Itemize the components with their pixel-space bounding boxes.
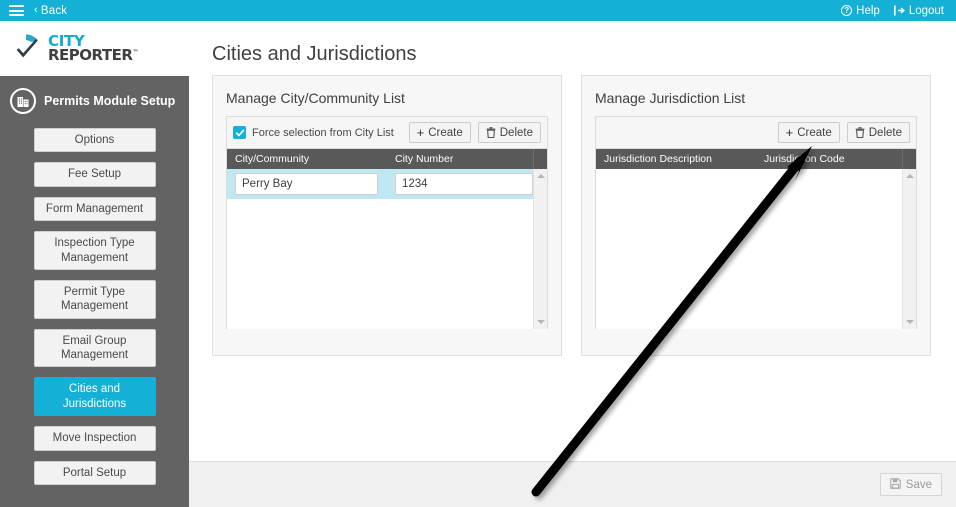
brand-logo: CITY REPORTER™ <box>0 21 189 76</box>
save-button[interactable]: Save <box>879 473 942 496</box>
city-delete-button-label: Delete <box>499 126 533 139</box>
back-button-label: Back <box>40 4 68 17</box>
scroll-up-icon[interactable] <box>534 169 547 183</box>
page-title: Cities and Jurisdictions <box>212 43 417 65</box>
force-selection-checkbox[interactable] <box>233 126 246 139</box>
sidebar-item-form-management[interactable]: Form Management <box>33 196 156 222</box>
city-reporter-mark-icon <box>9 32 43 66</box>
sidebar-item-label: Portal Setup <box>62 466 127 479</box>
jurisdiction-delete-button[interactable]: Delete <box>846 122 910 143</box>
jurisdiction-grid-toolbar: + Create Delete <box>596 117 916 149</box>
module-title-label: Permits Module Setup <box>44 94 176 108</box>
sidebar: CITY REPORTER™ Permits Module Setup Opti… <box>0 21 189 507</box>
jurisdiction-create-button-label: Create <box>797 126 832 139</box>
logout-button[interactable]: Logout <box>893 4 944 17</box>
sidebar-item-label: Move Inspection <box>52 432 137 445</box>
manage-city-community-panel: Manage City/Community List Force selecti… <box>212 75 562 356</box>
city-delete-button[interactable]: Delete <box>477 122 541 143</box>
sidebar-item-portal-setup[interactable]: Portal Setup <box>33 460 156 485</box>
jurisdiction-grid-header: Jurisdiction Description Jurisdiction Co… <box>596 149 916 169</box>
sidebar-item-label: Permit Type Management <box>60 285 129 313</box>
sidebar-nav: Options Fee Setup Form Management Inspec… <box>0 122 189 485</box>
top-bar-left: ‹ Back <box>0 5 67 17</box>
back-button[interactable]: ‹ Back <box>34 5 67 17</box>
jurisdiction-grid-column-header: Jurisdiction Description <box>604 153 712 165</box>
save-button-label: Save <box>905 478 932 491</box>
jurisdiction-grid-column-header: Jurisdiction Code <box>764 153 845 165</box>
scroll-down-icon[interactable] <box>903 315 916 329</box>
sidebar-item-label: Fee Setup <box>67 168 122 181</box>
help-button-label: Help <box>856 4 880 17</box>
jurisdiction-delete-button-label: Delete <box>868 126 902 139</box>
force-selection-checkbox-row[interactable]: Force selection from City List <box>233 126 394 139</box>
footer-bar: Save <box>189 461 956 507</box>
jurisdiction-grid-body <box>596 169 916 329</box>
city-grid-header-spacer <box>533 149 547 169</box>
sidebar-item-options[interactable]: Options <box>33 128 156 153</box>
sidebar-item-cities-and-jurisdictions[interactable]: Cities and Jurisdictions <box>33 377 156 417</box>
scroll-down-icon[interactable] <box>534 315 547 329</box>
app-root: ‹ Back ? Help Logout CITY REPORTER™ Perm… <box>0 0 956 507</box>
sidebar-item-label: Inspection Type Management <box>54 237 135 264</box>
floppy-disk-icon <box>890 477 901 492</box>
table-row[interactable]: Perry Bay 1234 <box>227 169 547 199</box>
jurisdiction-grid-scrollbar[interactable] <box>902 169 916 329</box>
scroll-up-icon[interactable] <box>903 169 916 183</box>
hamburger-icon[interactable] <box>9 5 24 16</box>
chevron-left-icon: ‹ <box>34 4 38 16</box>
trash-icon <box>486 127 496 138</box>
building-icon <box>10 88 36 114</box>
sidebar-item-label: Email Group Management <box>60 334 129 361</box>
jurisdiction-panel-title: Manage Jurisdiction List <box>595 90 746 106</box>
city-grid: Force selection from City List + Create <box>226 116 548 329</box>
city-grid-header: City/Community City Number <box>227 149 547 169</box>
city-grid-scrollbar[interactable] <box>533 169 547 329</box>
city-community-input[interactable]: Perry Bay <box>235 173 378 195</box>
sidebar-item-permit-type-management[interactable]: Permit Type Management <box>33 279 156 319</box>
sidebar-item-inspection-type-management[interactable]: Inspection Type Management <box>33 231 156 270</box>
city-panel-title: Manage City/Community List <box>226 90 405 106</box>
city-create-button[interactable]: + Create <box>408 122 471 143</box>
sidebar-item-fee-setup[interactable]: Fee Setup <box>33 162 156 187</box>
sidebar-item-label: Cities and Jurisdictions <box>62 383 127 410</box>
top-bar: ‹ Back ? Help Logout <box>0 0 956 21</box>
module-title: Permits Module Setup <box>0 76 189 122</box>
question-circle-icon: ? <box>841 5 853 16</box>
plus-icon: + <box>416 125 425 140</box>
sidebar-item-move-inspection[interactable]: Move Inspection <box>33 426 156 451</box>
manage-jurisdiction-panel: Manage Jurisdiction List + Create Delete… <box>581 75 931 356</box>
sidebar-item-label: Form Management <box>45 202 144 215</box>
plus-icon: + <box>785 125 794 140</box>
city-grid-toolbar: Force selection from City List + Create <box>227 117 547 149</box>
help-button[interactable]: ? Help <box>841 5 880 17</box>
logo-text-reporter: REPORTER™ <box>48 45 138 64</box>
jurisdiction-grid-header-spacer <box>902 149 916 169</box>
top-bar-right: ? Help Logout <box>841 5 956 17</box>
logout-arrow-icon <box>893 5 905 16</box>
main-content: Cities and Jurisdictions Manage City/Com… <box>189 21 956 461</box>
city-grid-body: Perry Bay 1234 <box>227 169 547 329</box>
sidebar-item-email-group-management[interactable]: Email Group Management <box>33 328 156 368</box>
city-grid-column-header: City Number <box>395 153 454 165</box>
trash-icon <box>855 127 865 138</box>
force-selection-checkbox-label: Force selection from City List <box>252 126 394 139</box>
city-number-input[interactable]: 1234 <box>395 173 533 195</box>
logout-button-label: Logout <box>908 4 944 17</box>
city-grid-column-header: City/Community <box>235 153 310 165</box>
sidebar-item-label: Options <box>74 134 115 146</box>
jurisdiction-grid: + Create Delete Jurisdiction Description… <box>595 116 917 329</box>
jurisdiction-create-button[interactable]: + Create <box>777 122 840 143</box>
city-create-button-label: Create <box>428 126 463 139</box>
